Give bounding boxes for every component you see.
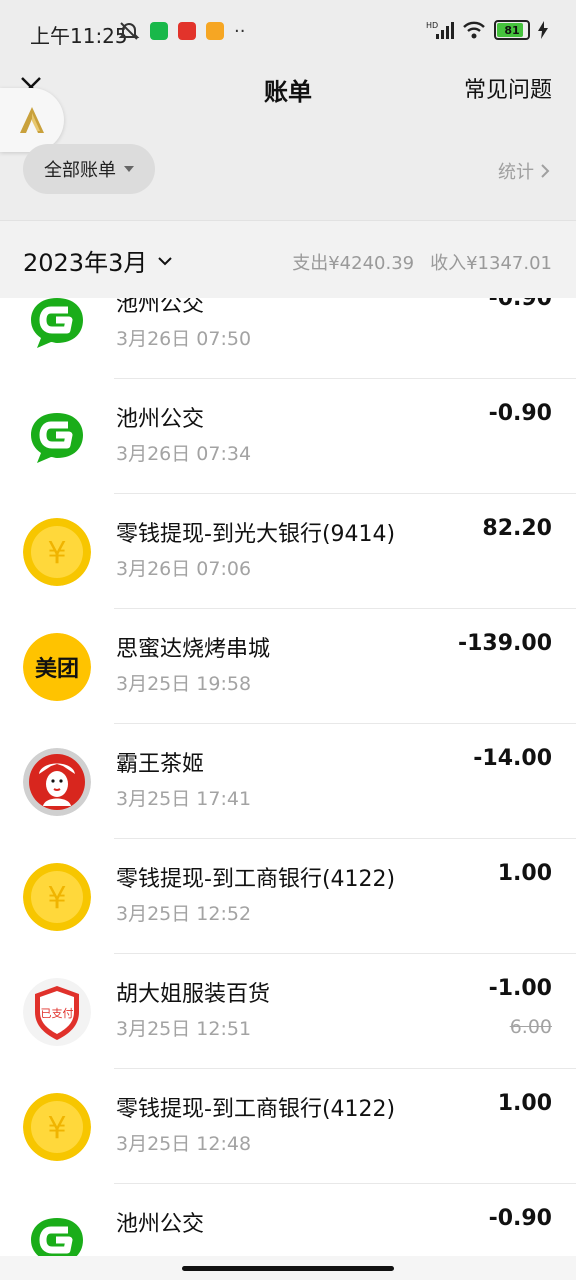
month-selector[interactable]: 2023年3月 xyxy=(23,243,173,278)
yuan-coin-icon: ¥ xyxy=(23,518,91,586)
dropdown-caret-icon xyxy=(124,166,134,172)
transaction-amount: 1.00 xyxy=(497,861,552,886)
bus-g-icon xyxy=(23,403,91,471)
transaction-time: 3月25日 19:58 xyxy=(116,673,252,695)
transaction-row[interactable]: 霸王茶姬 3月25日 17:41 -14.00 xyxy=(0,724,576,839)
statistics-label: 统计 xyxy=(498,162,534,183)
transaction-list[interactable]: 池州公交 3月26日 07:50 -0.90 池州公交 3月26日 07:34 -0.90… xyxy=(0,298,576,1258)
transaction-row[interactable]: 已支付 胡大姐服装百货 3月25日 12:51 -1.00 6.00 xyxy=(0,954,576,1069)
transaction-name: 零钱提现-到工商银行(4122) xyxy=(116,1097,396,1122)
month-income: 收入¥1347.01 xyxy=(430,253,552,274)
assistant-logo-icon xyxy=(20,107,44,133)
transaction-time: 3月25日 12:52 xyxy=(116,903,252,925)
transaction-amount: -14.00 xyxy=(473,746,552,771)
faq-link[interactable]: 常见问题 xyxy=(464,72,552,104)
battery-icon: 81 xyxy=(494,20,530,40)
transaction-amount: 1.00 xyxy=(497,1091,552,1116)
news-app-icon xyxy=(178,22,196,40)
transaction-row[interactable]: ¥ 零钱提现-到工商银行(4122) 3月25日 12:48 1.00 xyxy=(0,1069,576,1184)
transaction-row[interactable]: 池州公交 3月26日 07:34 -0.90 xyxy=(0,379,576,494)
transaction-row[interactable]: ¥ 零钱提现-到光大银行(9414) 3月26日 07:06 82.20 xyxy=(0,494,576,609)
transaction-original-amount: 6.00 xyxy=(509,1016,552,1038)
bus-g-icon xyxy=(23,1208,91,1258)
transaction-name: 零钱提现-到光大银行(9414) xyxy=(116,522,396,547)
signal-icon: HD xyxy=(426,21,454,39)
transaction-amount: -0.90 xyxy=(488,298,552,311)
transaction-name: 池州公交 xyxy=(116,298,205,317)
phone-app-icon xyxy=(150,22,168,40)
svg-text:已支付: 已支付 xyxy=(41,1007,74,1020)
svg-text:¥: ¥ xyxy=(47,881,66,916)
transaction-name: 霸王茶姬 xyxy=(116,752,205,777)
yuan-coin-icon: ¥ xyxy=(23,863,91,931)
month-expense: 支出¥4240.39 xyxy=(292,253,415,274)
month-label: 2023年3月 xyxy=(23,249,148,277)
transaction-row[interactable]: ¥ 零钱提现-到工商银行(4122) 3月25日 12:52 1.00 xyxy=(0,839,576,954)
bell-muted-icon xyxy=(118,22,140,40)
bill-filter-dropdown[interactable]: 全部账单 xyxy=(23,144,155,194)
transaction-name: 思蜜达烧烤串城 xyxy=(116,637,271,662)
transaction-name: 池州公交 xyxy=(116,407,205,432)
month-header: 2023年3月 支出¥4240.39 收入¥1347.01 xyxy=(0,220,576,299)
transaction-time: 3月26日 07:06 xyxy=(116,558,252,580)
month-totals: 支出¥4240.39 收入¥1347.01 xyxy=(292,249,552,275)
status-bar: 上午11:25 ·· HD 81 xyxy=(0,0,576,66)
charging-icon xyxy=(538,21,548,39)
bus-g-icon xyxy=(23,298,91,356)
transaction-amount: 82.20 xyxy=(482,516,552,541)
chevron-down-icon xyxy=(158,256,173,265)
bawang-tea-icon xyxy=(23,748,91,816)
paid-shield-icon: 已支付 xyxy=(23,978,91,1046)
transaction-row[interactable]: 美团 思蜜达烧烤串城 3月25日 19:58 -139.00 xyxy=(0,609,576,724)
title-bar: 账单 常见问题 xyxy=(0,66,576,122)
yuan-coin-icon: ¥ xyxy=(23,1093,91,1161)
transaction-row[interactable]: 池州公交 3月26日 07:50 -0.90 xyxy=(0,298,576,379)
svg-text:¥: ¥ xyxy=(47,536,66,571)
transaction-time: 3月25日 12:48 xyxy=(116,1133,252,1155)
transaction-name: 零钱提现-到工商银行(4122) xyxy=(116,867,396,892)
transaction-name: 胡大姐服装百货 xyxy=(116,982,271,1007)
transaction-amount: -0.90 xyxy=(488,401,552,426)
floating-assistant-button[interactable] xyxy=(0,88,64,152)
transaction-row[interactable]: 池州公交 -0.90 xyxy=(0,1184,576,1258)
meituan-icon: 美团 xyxy=(23,633,91,701)
transaction-time: 3月26日 07:34 xyxy=(116,443,252,465)
svg-text:¥: ¥ xyxy=(47,1111,66,1146)
transaction-amount: -1.00 xyxy=(488,976,552,1001)
transaction-amount: -0.90 xyxy=(488,1206,552,1231)
message-app-icon xyxy=(206,22,224,40)
statistics-link[interactable]: 统计 xyxy=(498,158,550,184)
chevron-right-icon xyxy=(541,164,550,178)
notification-icons: ·· xyxy=(118,20,245,42)
wifi-icon xyxy=(463,21,485,39)
svg-text:HD: HD xyxy=(426,21,438,30)
home-indicator[interactable] xyxy=(182,1266,394,1271)
bill-filter-label: 全部账单 xyxy=(44,160,116,181)
transaction-time: 3月25日 17:41 xyxy=(116,788,252,810)
battery-level: 81 xyxy=(504,23,520,37)
transaction-amount: -139.00 xyxy=(457,631,552,656)
transaction-time: 3月26日 07:50 xyxy=(116,328,252,350)
transaction-time: 3月25日 12:51 xyxy=(116,1018,252,1040)
more-dots-icon: ·· xyxy=(234,20,246,42)
transaction-name: 池州公交 xyxy=(116,1212,205,1237)
status-time: 上午11:25 xyxy=(30,24,128,48)
